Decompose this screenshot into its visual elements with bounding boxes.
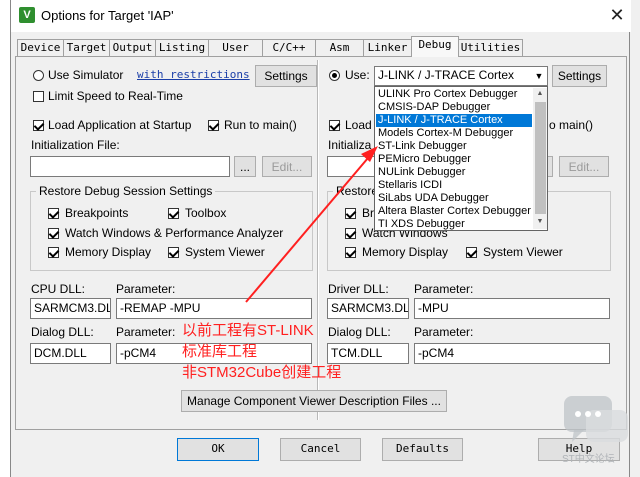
annotation-line-3: 非STM32Cube创建工程 xyxy=(182,364,342,381)
annotation-text: 以前工程有ST-LINK 标准库工程 非STM32Cube创建工程 xyxy=(182,320,341,383)
annotation-line-2: 标准库工程 xyxy=(182,343,258,360)
annotation-arrow-line xyxy=(245,157,369,303)
chat-bubble-icon xyxy=(564,396,628,442)
annotation-line-1: 以前工程有ST-LINK xyxy=(182,322,314,339)
watermark: ST中文论坛 xyxy=(560,392,632,465)
annotation-arrow xyxy=(245,146,378,303)
annotation-arrow-head xyxy=(361,146,378,162)
watermark-text: ST中文论坛 xyxy=(562,454,615,465)
